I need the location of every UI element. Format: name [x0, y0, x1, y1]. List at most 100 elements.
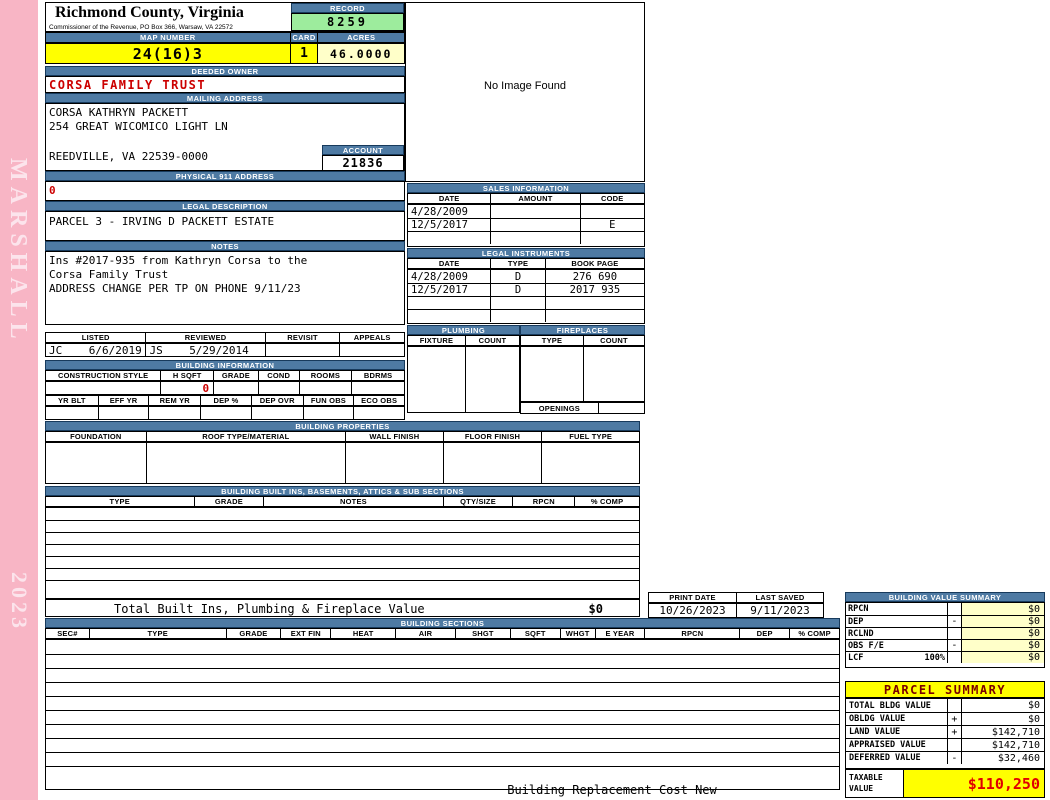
- map-number-header: MAP NUMBER: [46, 33, 290, 42]
- empty-cell: [490, 310, 545, 322]
- empty-cell: [46, 581, 639, 592]
- last-saved-value: 9/11/2023: [736, 604, 823, 617]
- empty-cell: [582, 347, 644, 401]
- parcel-summary-header: PARCEL SUMMARY: [845, 681, 1045, 698]
- map-number-value: 24(16)3: [46, 44, 290, 63]
- print-info-values: 10/26/2023 9/11/2023: [648, 603, 824, 618]
- empty-row: [46, 696, 839, 710]
- col-pct-comp: % COMP: [789, 629, 839, 638]
- legal-description-box: PARCEL 3 - IRVING D PACKETT ESTATE: [45, 211, 405, 241]
- bvs-row: RPCN $0: [846, 603, 1044, 615]
- col-dep: DEP: [739, 629, 789, 638]
- map-card-acres-values: 24(16)3 1 46.0000: [45, 43, 405, 64]
- sales-col-date: DATE: [438, 194, 460, 203]
- taxable-label-cell: TAXABLE VALUE: [846, 770, 903, 797]
- empty-row: [46, 724, 839, 738]
- inspection-col-appeals: APPEALS: [339, 333, 404, 342]
- bvs-label-cell: RPCN: [846, 603, 947, 615]
- sale-date: 4/28/2009: [411, 205, 468, 218]
- county-office: Commissioner of the Revenue, PO Box 366,…: [49, 24, 233, 31]
- building-information-header: BUILDING INFORMATION: [45, 360, 405, 370]
- empty-cell: [344, 443, 443, 483]
- empty-cell: [579, 232, 644, 244]
- col-foundation: FOUNDATION: [70, 432, 122, 441]
- parcel-summary-row: LAND VALUE + $142,710: [846, 725, 1044, 738]
- mailing-line-2: 254 GREAT WICOMICO LIGHT LN: [49, 120, 228, 133]
- rooms-value: [298, 382, 352, 394]
- instrument-row-empty: [408, 309, 644, 322]
- col-construction-style: CONSTRUCTION STYLE: [58, 371, 149, 380]
- building-value-summary-table: RPCN $0 DEP - $0 RCLND $0 OBS F/E - $0 L…: [845, 602, 1045, 668]
- sales-col-amount: AMOUNT: [490, 194, 579, 203]
- ps-label: OBLDG VALUE: [849, 714, 906, 724]
- empty-cell: [46, 655, 839, 668]
- acres-header: ACRES: [317, 33, 404, 42]
- empty-cell: [544, 297, 644, 309]
- taxable-value-row: TAXABLE VALUE $110,250: [845, 769, 1045, 798]
- print-date-header: PRINT DATE: [669, 593, 716, 602]
- parcel-summary-row: APPRAISED VALUE $142,710: [846, 738, 1044, 751]
- col-rem-yr: REM YR: [148, 396, 200, 405]
- bvs-op: -: [946, 640, 961, 651]
- legal-description-header: LEGAL DESCRIPTION: [45, 201, 405, 211]
- built-ins-header: BUILDING BUILT INS, BASEMENTS, ATTICS & …: [45, 486, 640, 496]
- empty-cell: [250, 407, 303, 419]
- print-info-headers: PRINT DATE LAST SAVED: [648, 592, 824, 603]
- deeded-owner-header: DEEDED OWNER: [45, 66, 405, 76]
- col-whgt: WHGT: [559, 629, 595, 638]
- ps-value: $0: [960, 713, 1044, 725]
- empty-cell: [408, 297, 490, 309]
- deeded-owner-value: CORSA FAMILY TRUST: [49, 77, 207, 92]
- notes-line-2: Corsa Family Trust: [49, 268, 169, 281]
- fireplaces-openings-row: OPENINGS: [520, 402, 645, 414]
- col-grade: GRADE: [213, 371, 258, 380]
- print-date-value: 10/26/2023: [659, 604, 726, 617]
- record-header: RECORD: [291, 3, 404, 13]
- empty-row: [46, 568, 639, 580]
- bvs-row: RCLND $0: [846, 627, 1044, 639]
- empty-row: [46, 654, 839, 668]
- built-ins-empty-rows: [45, 507, 640, 599]
- building-info-headers-1: CONSTRUCTION STYLE H SQFT GRADE COND ROO…: [45, 370, 405, 381]
- empty-cell: [46, 697, 839, 710]
- legal-description-value: PARCEL 3 - IRVING D PACKETT ESTATE: [49, 215, 275, 228]
- instrument-row: 4/28/2009 D 276 690: [408, 270, 644, 283]
- notes-box: Ins #2017-935 from Kathryn Corsa to the …: [45, 251, 405, 325]
- physical-address-value: 0: [49, 184, 56, 197]
- sale-amount: [490, 219, 579, 231]
- construction-style-value: [46, 382, 160, 394]
- sidebar-year-text: 2023: [7, 572, 32, 632]
- ps-value: $32,460: [960, 752, 1044, 764]
- sale-amount: [490, 205, 579, 218]
- col-bdrms: BDRMS: [351, 371, 404, 380]
- bvs-label-cell: LCF 100%: [846, 652, 947, 663]
- taxable-label-line2: VALUE: [849, 783, 874, 793]
- col-eco-obs: ECO OBS: [353, 396, 404, 405]
- bvs-op: [946, 603, 961, 615]
- empty-cell: [46, 767, 839, 780]
- sidebar-brand-text: MARSHALL: [5, 158, 31, 345]
- sale-code: E: [579, 219, 644, 231]
- built-ins-total-label: Total Built Ins, Plumbing & Fireplace Va…: [114, 602, 425, 616]
- empty-cell: [46, 569, 639, 580]
- empty-cell: [46, 443, 146, 483]
- ps-op: +: [946, 713, 961, 725]
- parcel-summary-table: TOTAL BLDG VALUE $0 OBLDG VALUE + $0 LAN…: [845, 698, 1045, 769]
- inspection-col-listed: LISTED: [81, 333, 110, 342]
- property-photo-box: No Image Found: [405, 2, 645, 182]
- building-sections-header: BUILDING SECTIONS: [45, 618, 840, 628]
- bvs-value: $0: [960, 652, 1044, 663]
- empty-cell: [46, 521, 639, 532]
- no-image-text: No Image Found: [484, 80, 566, 92]
- account-header: ACCOUNT: [322, 145, 404, 155]
- building-properties-header: BUILDING PROPERTIES: [45, 421, 640, 431]
- bvs-label-cell: DEP: [846, 616, 947, 627]
- empty-cell: [46, 640, 839, 654]
- fireplaces-col-count: COUNT: [582, 336, 644, 345]
- bvs-row: DEP - $0: [846, 615, 1044, 627]
- empty-row: [46, 580, 639, 592]
- building-properties-columns: FOUNDATION ROOF TYPE/MATERIAL WALL FINIS…: [45, 431, 640, 442]
- empty-cell: [408, 347, 465, 412]
- inspection-col-reviewed: REVIEWED: [145, 333, 264, 342]
- instruments-col-type: TYPE: [490, 259, 545, 268]
